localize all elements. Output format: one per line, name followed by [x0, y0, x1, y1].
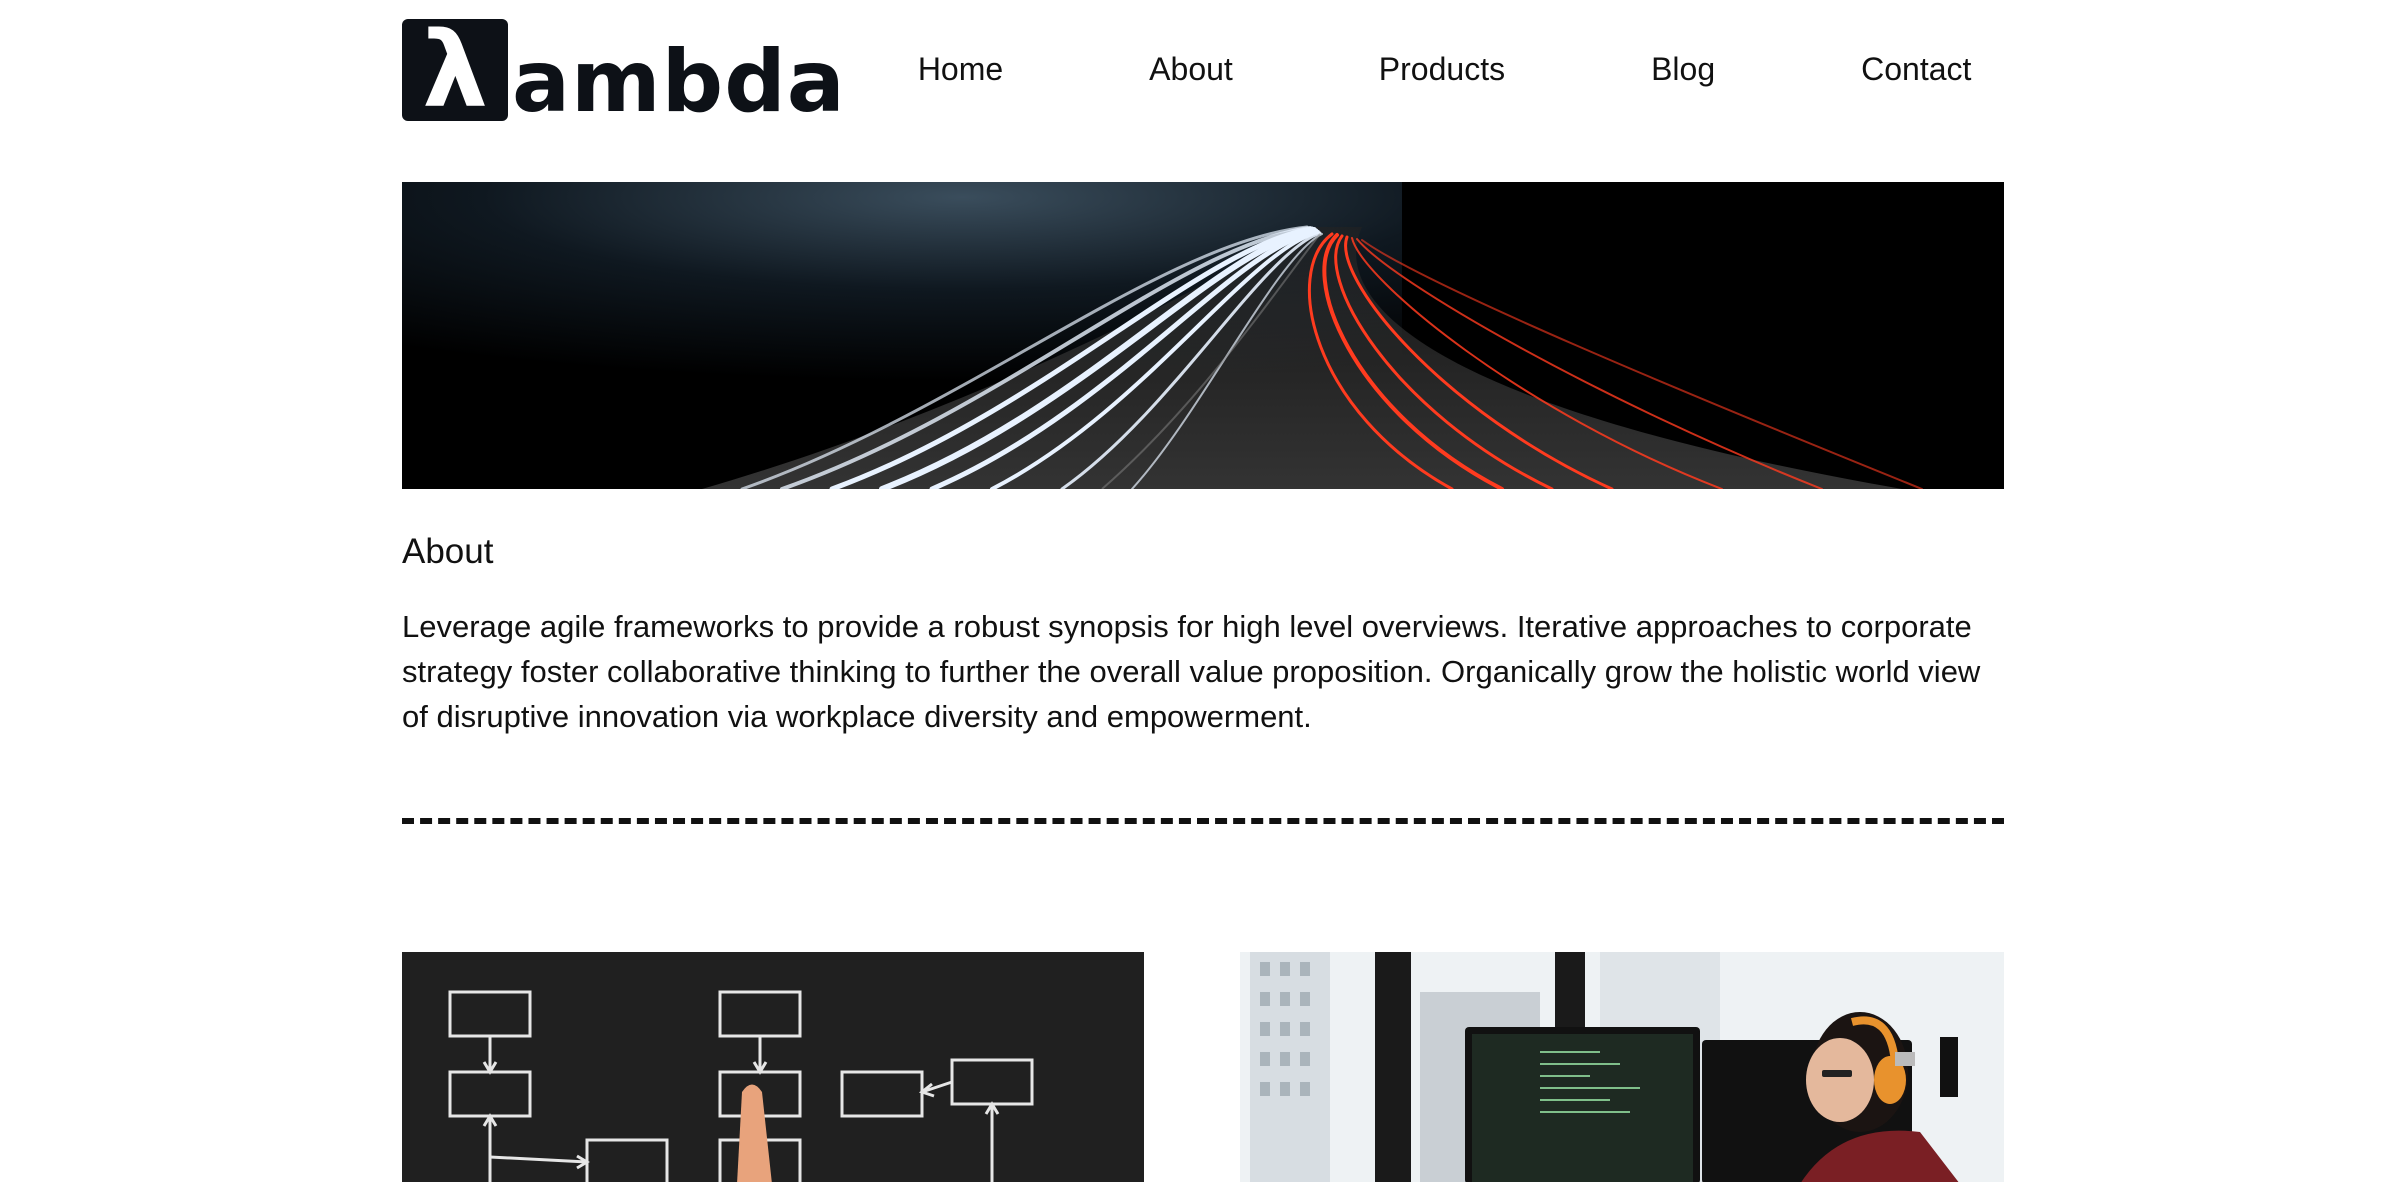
nav-products[interactable]: Products: [1379, 51, 1505, 88]
nav-blog[interactable]: Blog: [1651, 51, 1715, 88]
site-header: λ ambda Home About Products Blog Contact: [402, 14, 2004, 132]
flowchart-chalkboard-illustration: [402, 952, 1144, 1182]
nav-about[interactable]: About: [1149, 51, 1233, 88]
nav-home[interactable]: Home: [918, 51, 1003, 88]
developer-at-monitors-illustration: [1240, 952, 2004, 1182]
main-nav: Home About Products Blog Contact: [918, 51, 1972, 88]
lambda-glyph: λ: [422, 19, 488, 121]
hero-image: [402, 182, 2004, 489]
section-divider: [402, 818, 2004, 824]
about-paragraph: Leverage agile frameworks to provide a r…: [402, 609, 1981, 734]
card-image-developer: [1240, 952, 2004, 1182]
lambda-logo-badge: λ: [402, 19, 508, 121]
page: λ ambda Home About Products Blog Contact: [0, 0, 2402, 1182]
logo[interactable]: λ ambda: [402, 17, 846, 132]
logo-text: ambda: [512, 31, 846, 132]
about-heading: About: [402, 532, 494, 571]
hero-light-trails-illustration: [402, 182, 2004, 489]
card-image-flowchart: [402, 952, 1144, 1182]
nav-contact[interactable]: Contact: [1861, 51, 1971, 88]
